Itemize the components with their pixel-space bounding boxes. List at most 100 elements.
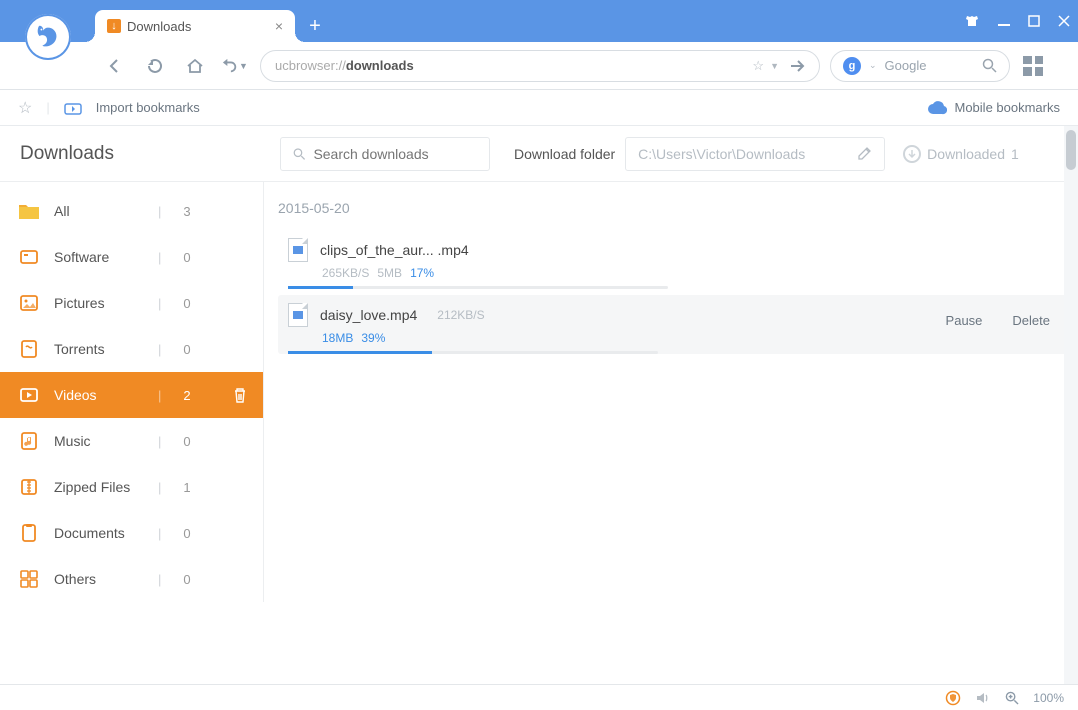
bookmark-star-icon[interactable]: ☆ bbox=[752, 58, 764, 74]
minimize-button[interactable] bbox=[998, 15, 1010, 27]
progress-bar bbox=[288, 351, 658, 354]
status-bar: 100% bbox=[0, 684, 1078, 710]
back-button[interactable] bbox=[100, 51, 130, 81]
category-videos[interactable]: Videos|2 bbox=[0, 372, 263, 418]
category-zipped-files[interactable]: Zipped Files | 1 bbox=[0, 464, 263, 510]
reload-button[interactable] bbox=[140, 51, 170, 81]
category-torrents[interactable]: Torrents|0 bbox=[0, 326, 263, 372]
browser-tab[interactable]: ↓ Downloads × bbox=[95, 10, 295, 42]
skin-icon[interactable] bbox=[964, 13, 980, 29]
category-icon bbox=[18, 384, 40, 406]
download-item[interactable]: daisy_love.mp4212KB/S18MB39%PauseDelete bbox=[278, 295, 1068, 354]
separator: | bbox=[158, 526, 161, 541]
category-label: Zipped Files bbox=[54, 479, 144, 495]
category-software[interactable]: Software|0 bbox=[0, 234, 263, 280]
category-count: 0 bbox=[183, 526, 190, 541]
video-file-icon bbox=[288, 303, 308, 327]
category-count: 0 bbox=[183, 342, 190, 357]
category-others[interactable]: Others|0 bbox=[0, 556, 263, 602]
category-label: Torrents bbox=[54, 341, 144, 357]
home-button[interactable] bbox=[180, 51, 210, 81]
go-button[interactable] bbox=[789, 58, 805, 74]
category-icon bbox=[18, 200, 40, 222]
progress-bar bbox=[288, 286, 668, 289]
file-percent: 17% bbox=[410, 266, 434, 280]
category-label: Pictures bbox=[54, 295, 144, 311]
download-list: 2015-05-20 clips_of_the_aur... .mp4265KB… bbox=[264, 182, 1078, 602]
star-icon[interactable]: ☆ bbox=[18, 98, 32, 118]
titlebar: ↓ Downloads × + bbox=[0, 0, 1078, 42]
cloud-icon bbox=[927, 101, 947, 115]
date-heading: 2015-05-20 bbox=[278, 200, 1068, 216]
tab-title: Downloads bbox=[127, 19, 275, 34]
category-icon bbox=[18, 338, 40, 360]
main-area: All|3Software|0Pictures|0Torrents|0Video… bbox=[0, 182, 1078, 602]
search-box[interactable]: g ⌄ Google bbox=[830, 50, 1010, 82]
search-icon[interactable] bbox=[982, 58, 997, 73]
category-count: 0 bbox=[183, 296, 190, 311]
category-count: 1 bbox=[183, 480, 190, 495]
search-downloads-input[interactable] bbox=[313, 146, 477, 162]
maximize-button[interactable] bbox=[1028, 15, 1040, 27]
file-percent: 39% bbox=[361, 331, 385, 345]
download-folder-label: Download folder bbox=[514, 146, 615, 162]
category-sidebar: All|3Software|0Pictures|0Torrents|0Video… bbox=[0, 182, 264, 602]
video-file-icon bbox=[288, 238, 308, 262]
volume-icon[interactable] bbox=[975, 690, 991, 706]
mobile-bookmarks-link[interactable]: Mobile bookmarks bbox=[955, 100, 1061, 115]
zoom-level: 100% bbox=[1033, 691, 1064, 705]
category-pictures[interactable]: Pictures|0 bbox=[0, 280, 263, 326]
separator: | bbox=[158, 480, 161, 495]
file-size: 5MB bbox=[377, 266, 402, 280]
category-documents[interactable]: Documents | 0 bbox=[0, 510, 263, 556]
download-icon: ↓ bbox=[107, 19, 121, 33]
vertical-scrollbar[interactable] bbox=[1064, 126, 1078, 684]
import-bookmarks-link[interactable]: Import bookmarks bbox=[96, 100, 200, 115]
tab-close-button[interactable]: × bbox=[275, 18, 283, 34]
engine-dropdown-icon[interactable]: ⌄ bbox=[869, 60, 877, 71]
downloaded-icon bbox=[903, 145, 921, 163]
squirrel-icon bbox=[33, 22, 63, 52]
category-count: 3 bbox=[183, 204, 190, 219]
address-bar[interactable]: ucbrowser://downloads ☆ ▼ bbox=[260, 50, 820, 82]
trash-icon[interactable] bbox=[233, 387, 247, 403]
category-all[interactable]: All|3 bbox=[0, 188, 263, 234]
search-downloads[interactable] bbox=[280, 137, 490, 171]
category-label: Documents bbox=[54, 525, 144, 541]
downloaded-label: Downloaded bbox=[927, 146, 1005, 162]
separator: | bbox=[158, 572, 161, 587]
undo-button[interactable]: ▼ bbox=[220, 51, 250, 81]
separator: | bbox=[158, 434, 161, 449]
category-label: Videos bbox=[54, 387, 144, 403]
apps-button[interactable] bbox=[1020, 53, 1046, 79]
delete-button[interactable]: Delete bbox=[1012, 313, 1050, 328]
app-logo[interactable] bbox=[25, 14, 71, 60]
category-icon bbox=[18, 522, 40, 544]
separator: | bbox=[158, 250, 161, 265]
url-scheme: ucbrowser:// bbox=[275, 58, 346, 73]
separator: | bbox=[158, 204, 161, 219]
downloaded-button[interactable]: Downloaded 1 bbox=[903, 145, 1019, 163]
bookmark-bar: ☆ | Import bookmarks Mobile bookmarks bbox=[0, 90, 1078, 126]
scrollbar-thumb[interactable] bbox=[1066, 130, 1076, 170]
category-music[interactable]: Music|0 bbox=[0, 418, 263, 464]
category-icon bbox=[18, 292, 40, 314]
pause-button[interactable]: Pause bbox=[946, 313, 983, 328]
close-window-button[interactable] bbox=[1058, 15, 1070, 27]
category-icon bbox=[18, 568, 40, 590]
search-engine-label: Google bbox=[885, 58, 974, 73]
category-icon bbox=[18, 246, 40, 268]
download-folder-path[interactable]: C:\Users\Victor\Downloads bbox=[625, 137, 885, 171]
dropdown-icon[interactable]: ▼ bbox=[770, 61, 779, 71]
download-item[interactable]: clips_of_the_aur... .mp4265KB/S5MB17% bbox=[278, 230, 1068, 289]
search-icon bbox=[293, 147, 305, 161]
shield-icon[interactable] bbox=[945, 690, 961, 706]
downloaded-count: 1 bbox=[1011, 146, 1019, 162]
zoom-icon[interactable] bbox=[1005, 691, 1019, 705]
edit-icon[interactable] bbox=[857, 146, 872, 161]
import-icon bbox=[64, 101, 82, 115]
toolbar: ▼ ucbrowser://downloads ☆ ▼ g ⌄ Google bbox=[0, 42, 1078, 90]
app-logo-wrap bbox=[0, 0, 95, 42]
window-controls bbox=[964, 0, 1070, 42]
downloads-header: Downloads Download folder C:\Users\Victo… bbox=[0, 126, 1078, 182]
